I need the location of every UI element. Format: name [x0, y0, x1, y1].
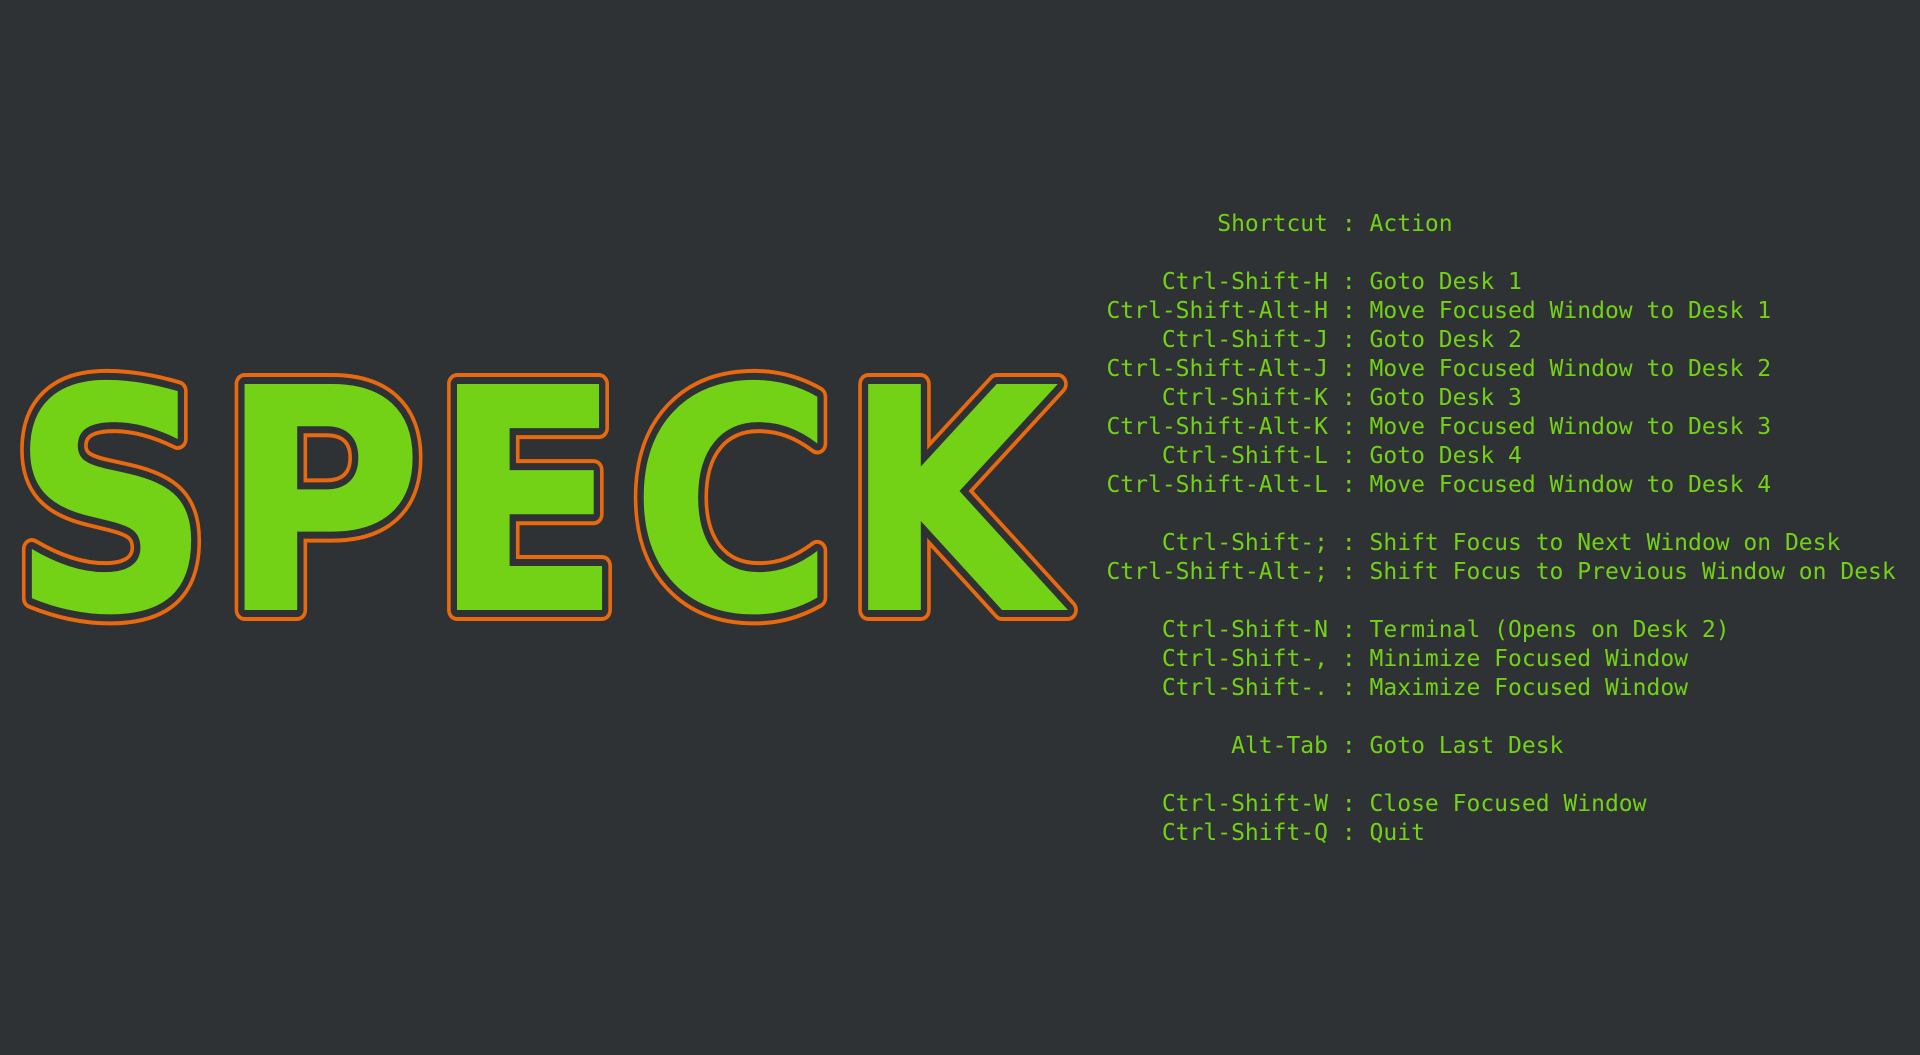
shortcut-header: Shortcut : Action [1100, 210, 1896, 239]
shortcut-action: Goto Desk 3 [1369, 385, 1522, 411]
shortcut-key: Ctrl-Shift-. [1161, 675, 1328, 701]
shortcut-header-key: Shortcut [1217, 211, 1328, 237]
separator: : [1328, 646, 1370, 672]
separator: : [1328, 530, 1370, 556]
shortcut-action: Shift Focus to Previous Window on Desk [1369, 559, 1896, 585]
separator: : [1328, 733, 1370, 759]
shortcut-key: Alt-Tab [1231, 733, 1328, 759]
shortcut-key: Ctrl-Shift-Alt-H [1106, 298, 1328, 324]
shortcut-group: Ctrl-Shift-; : Shift Focus to Next Windo… [1100, 529, 1896, 587]
shortcut-key: Ctrl-Shift-H [1161, 269, 1328, 295]
separator: : [1328, 356, 1370, 382]
separator: : [1328, 675, 1370, 701]
shortcut-row: Ctrl-Shift-L : Goto Desk 4 [1100, 442, 1896, 471]
shortcut-row: Ctrl-Shift-Alt-; : Shift Focus to Previo… [1100, 558, 1896, 587]
shortcut-key: Ctrl-Shift-J [1161, 327, 1328, 353]
separator: : [1328, 327, 1370, 353]
shortcut-row: Ctrl-Shift-J : Goto Desk 2 [1100, 326, 1896, 355]
shortcut-groups: Ctrl-Shift-H : Goto Desk 1 Ctrl-Shift-Alt… [1100, 239, 1896, 848]
shortcut-row: Ctrl-Shift-Alt-H : Move Focused Window t… [1100, 297, 1896, 326]
shortcut-key: Ctrl-Shift-W [1161, 791, 1328, 817]
separator: : [1328, 791, 1370, 817]
separator: : [1328, 269, 1370, 295]
shortcut-row: Ctrl-Shift-; : Shift Focus to Next Windo… [1100, 529, 1896, 558]
shortcut-action: Move Focused Window to Desk 3 [1369, 414, 1772, 440]
shortcut-action: Close Focused Window [1369, 791, 1647, 817]
shortcut-action: Minimize Focused Window [1369, 646, 1689, 672]
shortcut-action: Maximize Focused Window [1369, 675, 1689, 701]
shortcut-key: Ctrl-Shift-Alt-L [1106, 472, 1328, 498]
shortcut-key: Ctrl-Shift-Alt-; [1106, 559, 1328, 585]
desktop-background: SPECK SPECK SPECK Shortcut : Action Ctrl… [0, 0, 1920, 1055]
speck-logo: SPECK SPECK SPECK [0, 330, 1073, 660]
shortcut-row: Ctrl-Shift-W : Close Focused Window [1100, 790, 1896, 819]
shortcut-action: Move Focused Window to Desk 2 [1369, 356, 1772, 382]
shortcut-row: Ctrl-Shift-Alt-K : Move Focused Window t… [1100, 413, 1896, 442]
separator: : [1328, 298, 1370, 324]
shortcut-key: Ctrl-Shift-L [1161, 443, 1328, 469]
separator: : [1328, 385, 1370, 411]
shortcut-action: Goto Desk 4 [1369, 443, 1522, 469]
shortcut-row: Ctrl-Shift-Alt-J : Move Focused Window t… [1100, 355, 1896, 384]
shortcut-row: Ctrl-Shift-Alt-L : Move Focused Window t… [1100, 471, 1896, 500]
shortcut-action: Shift Focus to Next Window on Desk [1369, 530, 1841, 556]
shortcut-row: Ctrl-Shift-Q : Quit [1100, 819, 1896, 848]
shortcut-action: Goto Desk 2 [1369, 327, 1522, 353]
separator: : [1328, 559, 1370, 585]
shortcut-key: Ctrl-Shift-; [1161, 530, 1328, 556]
shortcut-group: Ctrl-Shift-W : Close Focused Window Ctrl-… [1100, 790, 1896, 848]
shortcut-list: Shortcut : Action Ctrl-Shift-H : Goto De… [1100, 210, 1896, 848]
shortcut-action: Move Focused Window to Desk 4 [1369, 472, 1772, 498]
shortcut-action: Goto Desk 1 [1369, 269, 1522, 295]
shortcut-key: Ctrl-Shift-N [1161, 617, 1328, 643]
shortcut-row: Ctrl-Shift-N : Terminal (Opens on Desk 2… [1100, 616, 1896, 645]
separator: : [1328, 617, 1370, 643]
shortcut-group: Alt-Tab : Goto Last Desk [1100, 732, 1896, 761]
shortcut-row: Ctrl-Shift-K : Goto Desk 3 [1100, 384, 1896, 413]
separator: : [1328, 414, 1370, 440]
shortcut-action: Quit [1369, 820, 1425, 846]
shortcut-action: Move Focused Window to Desk 1 [1369, 298, 1772, 324]
shortcut-group: Ctrl-Shift-H : Goto Desk 1 Ctrl-Shift-Alt… [1100, 268, 1896, 500]
separator: : [1328, 820, 1370, 846]
shortcut-row: Ctrl-Shift-H : Goto Desk 1 [1100, 268, 1896, 297]
separator: : [1328, 472, 1370, 498]
logo-fill: SPECK [10, 330, 1070, 660]
shortcut-key: Ctrl-Shift-, [1161, 646, 1328, 672]
shortcut-key: Ctrl-Shift-Q [1161, 820, 1328, 846]
shortcut-header-action: Action [1369, 211, 1453, 237]
shortcut-row: Ctrl-Shift-, : Minimize Focused Window [1100, 645, 1896, 674]
shortcut-group: Ctrl-Shift-N : Terminal (Opens on Desk 2… [1100, 616, 1896, 703]
shortcut-row: Alt-Tab : Goto Last Desk [1100, 732, 1896, 761]
shortcut-action: Terminal (Opens on Desk 2) [1369, 617, 1730, 643]
shortcut-key: Ctrl-Shift-Alt-J [1106, 356, 1328, 382]
separator: : [1328, 211, 1370, 237]
shortcut-key: Ctrl-Shift-Alt-K [1106, 414, 1328, 440]
shortcut-row: Ctrl-Shift-. : Maximize Focused Window [1100, 674, 1896, 703]
shortcut-key: Ctrl-Shift-K [1161, 385, 1328, 411]
shortcut-action: Goto Last Desk [1369, 733, 1564, 759]
separator: : [1328, 443, 1370, 469]
